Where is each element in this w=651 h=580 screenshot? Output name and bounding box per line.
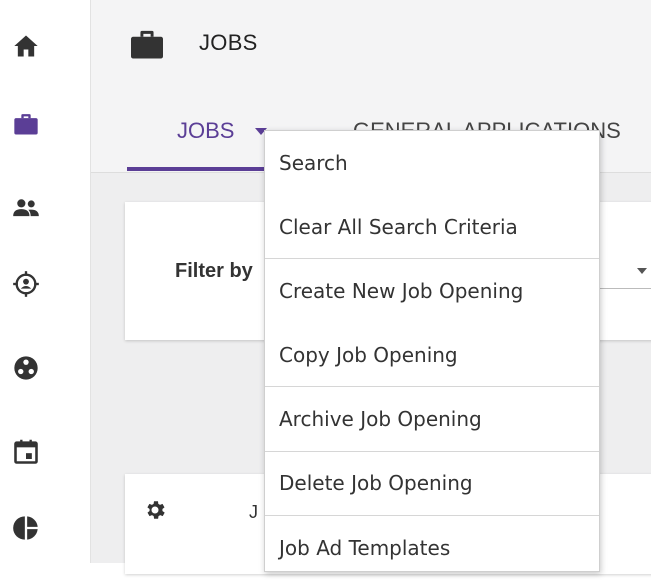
sidebar	[0, 0, 91, 563]
network-icon[interactable]	[4, 346, 48, 390]
menu-item-copy-job[interactable]: Copy Job Opening	[265, 323, 599, 387]
menu-item-clear-search[interactable]: Clear All Search Criteria	[265, 195, 599, 259]
page-title: JOBS	[199, 30, 258, 55]
target-person-icon[interactable]	[4, 262, 48, 306]
briefcase-icon[interactable]	[4, 102, 48, 146]
filter-dropdown-caret-icon[interactable]	[637, 268, 647, 274]
menu-item-search[interactable]: Search	[265, 131, 599, 195]
menu-item-create-job[interactable]: Create New Job Opening	[265, 259, 599, 323]
home-icon[interactable]	[4, 24, 48, 68]
menu-item-archive-job[interactable]: Archive Job Opening	[265, 387, 599, 451]
briefcase-icon	[131, 30, 163, 59]
menu-item-delete-job[interactable]: Delete Job Opening	[265, 451, 599, 515]
filter-label: Filter by	[175, 260, 253, 282]
people-icon[interactable]	[4, 186, 48, 230]
calendar-icon[interactable]	[4, 430, 48, 474]
filter-select-underline	[595, 288, 651, 289]
menu-item-job-ad-templates[interactable]: Job Ad Templates	[265, 516, 599, 580]
pie-chart-icon[interactable]	[4, 506, 48, 550]
jobs-dropdown-menu: Search Clear All Search Criteria Create …	[264, 130, 600, 572]
column-header: J	[249, 502, 258, 522]
gear-icon[interactable]	[143, 498, 167, 522]
tab-jobs[interactable]: JOBS	[177, 118, 234, 144]
